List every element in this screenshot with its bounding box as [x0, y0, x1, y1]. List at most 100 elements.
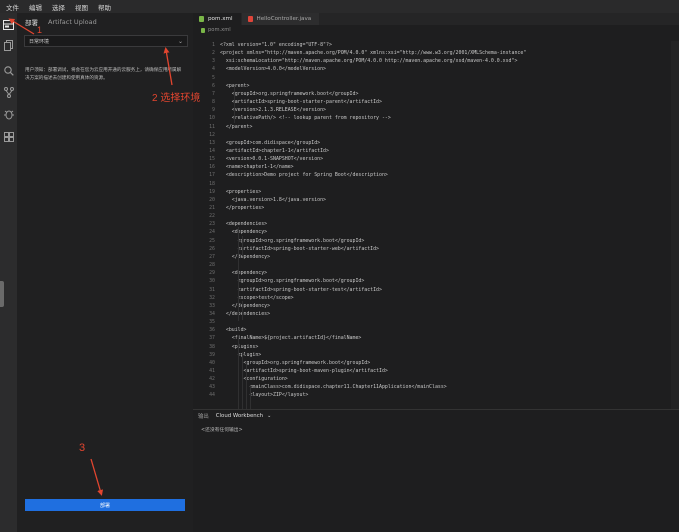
indent-guide	[242, 301, 243, 320]
line-text: <mainClass>com.didispace.chapter11.Chapt…	[220, 384, 447, 391]
source-control-icon[interactable]	[3, 87, 14, 98]
panel-resize-handle[interactable]	[0, 281, 4, 307]
menu-selection[interactable]: 选择	[52, 2, 65, 12]
environment-select[interactable]: 日常环境 ⌄	[24, 35, 188, 47]
line-text: </properties>	[220, 205, 265, 211]
indent-guide	[242, 352, 243, 409]
menu-file[interactable]: 文件	[6, 2, 19, 12]
tab-hello-controller[interactable]: HelloController.java	[241, 13, 320, 25]
line-text: <artifactId>chapter1-1</artifactId>	[220, 147, 329, 154]
code-line: 5	[193, 74, 220, 82]
line-number: 40	[209, 359, 215, 366]
code-line: 27 </dependency>	[193, 253, 270, 261]
files-icon[interactable]	[3, 40, 14, 51]
code-line: 31 <artifactId>spring-boot-starter-test<…	[193, 286, 382, 294]
deploy-button[interactable]: 部署	[25, 499, 185, 511]
line-text: <artifactId>spring-boot-starter-test</ar…	[220, 286, 382, 293]
code-line: 24 <dependency>	[193, 228, 267, 236]
user-notice-text: 用户须知：部署调试，将会在您为云应用开通的云服务上，请确保应用所属解决方案的描述…	[25, 68, 182, 81]
line-text: <dependency>	[220, 270, 268, 277]
tab-label: pom.xml	[208, 16, 233, 22]
deploy-icon[interactable]	[3, 19, 14, 30]
code-line: 41 <artifactId>spring-boot-maven-plugin<…	[193, 367, 388, 375]
line-text: <groupId>org.springframework.boot</group…	[220, 278, 365, 285]
tab-artifact-upload[interactable]: Artifact Upload	[48, 18, 97, 26]
line-text: <version>0.0.1-SNAPSHOT</version>	[220, 156, 324, 163]
line-number: 6	[212, 82, 215, 89]
tab-output[interactable]: 输出	[198, 412, 209, 420]
tab-pom-xml[interactable]: pom.xml	[193, 13, 241, 25]
line-text: <?xml version="1.0" encoding="UTF-8"?>	[220, 42, 332, 48]
breadcrumb[interactable]: pom.xml	[201, 27, 231, 33]
line-number: 20	[209, 196, 215, 203]
menu-help[interactable]: 帮助	[98, 2, 111, 12]
code-line: 26 <artifactId>spring-boot-starter-web</…	[193, 245, 379, 253]
code-line: 17 <description>Demo project for Spring …	[193, 171, 388, 179]
line-number: 15	[209, 156, 215, 163]
line-text: <artifactId>spring-boot-starter-parent</…	[220, 99, 382, 106]
editor-scrollbar[interactable]	[671, 41, 679, 409]
tab-cloud-workbench-label: Cloud Workbench	[215, 412, 264, 419]
code-line: 19 <properties>	[193, 188, 261, 196]
code-line: 7 <groupId>org.springframework.boot</gro…	[193, 90, 358, 98]
line-text: <relativePath/> <!-- lookup parent from …	[220, 115, 391, 122]
xml-file-icon	[199, 16, 204, 22]
debug-icon[interactable]	[3, 109, 14, 120]
code-line: 35	[193, 318, 220, 326]
line-text: <build>	[220, 327, 247, 334]
line-number: 41	[209, 368, 215, 374]
code-area[interactable]: 1 <?xml version="1.0" encoding="UTF-8"?> 2…	[193, 41, 671, 409]
line-number: 18	[209, 180, 215, 187]
indent-guide	[246, 361, 247, 409]
xml-file-icon	[201, 27, 205, 33]
code-editor: pom.xml HelloController.java pom.xml 1 <?…	[193, 13, 679, 409]
search-icon[interactable]	[3, 65, 14, 76]
line-number: 13	[209, 139, 215, 146]
line-number: 10	[209, 115, 215, 122]
line-text: <finalName>${project.artifactId}</finalN…	[220, 335, 362, 342]
line-number: 35	[209, 319, 215, 326]
line-number: 44	[209, 392, 215, 399]
line-text: <configuration>	[220, 376, 288, 383]
line-text: <modelVersion>4.0.0</modelVersion>	[220, 66, 326, 73]
code-line: 39 <plugin>	[193, 351, 261, 359]
line-text: </dependency>	[220, 302, 271, 309]
environment-select-value: 日常环境	[29, 38, 50, 45]
line-number: 9	[212, 107, 215, 114]
line-text: <project xmlns="http://maven.apache.org/…	[220, 50, 527, 57]
menu-view[interactable]: 视图	[75, 2, 88, 12]
indent-guide	[234, 86, 235, 123]
extensions-icon[interactable]	[3, 131, 14, 142]
chevron-down-icon[interactable]: ⌄	[267, 413, 271, 419]
line-number: 21	[209, 205, 215, 211]
line-text: <layout>ZIP</layout>	[220, 392, 309, 399]
tab-cloud-workbench[interactable]: Cloud Workbench ⌄	[216, 413, 272, 419]
line-number: 30	[209, 278, 215, 285]
line-text: <plugin>	[220, 351, 262, 358]
code-line: 16 <name>chapter1-1</name>	[193, 163, 294, 171]
line-number: 24	[209, 229, 215, 236]
line-text: <description>Demo project for Spring Boo…	[220, 172, 388, 179]
line-text: <scope>test</scope>	[220, 294, 294, 301]
line-number: 3	[212, 58, 215, 65]
indent-guide	[250, 386, 251, 409]
line-number: 1	[212, 42, 215, 48]
line-number: 39	[209, 351, 215, 358]
code-line: 40 <groupId>org.springframework.boot</gr…	[193, 359, 370, 367]
code-line: 2 <project xmlns="http://maven.apache.org…	[193, 49, 526, 57]
line-text: </parent>	[220, 123, 253, 130]
panel-tabs: 部署 Artifact Upload	[17, 13, 193, 30]
code-line: 36 <build>	[193, 326, 247, 334]
code-line: 15 <version>0.0.1-SNAPSHOT</version>	[193, 155, 323, 163]
code-line: 37 <finalName>${project.artifactId}</fin…	[193, 334, 361, 342]
indent-guide	[238, 336, 239, 409]
line-number: 23	[209, 221, 215, 228]
menu-edit[interactable]: 编辑	[29, 2, 42, 12]
code-line: 13 <groupId>com.didispace</groupId>	[193, 139, 320, 147]
code-line: 21 </properties>	[193, 204, 264, 212]
line-number: 25	[209, 237, 215, 244]
annotation-step-2: 2 选择环境	[152, 93, 201, 104]
code-line: 12	[193, 131, 220, 139]
line-number: 4	[212, 66, 215, 73]
line-number: 2	[212, 50, 215, 57]
